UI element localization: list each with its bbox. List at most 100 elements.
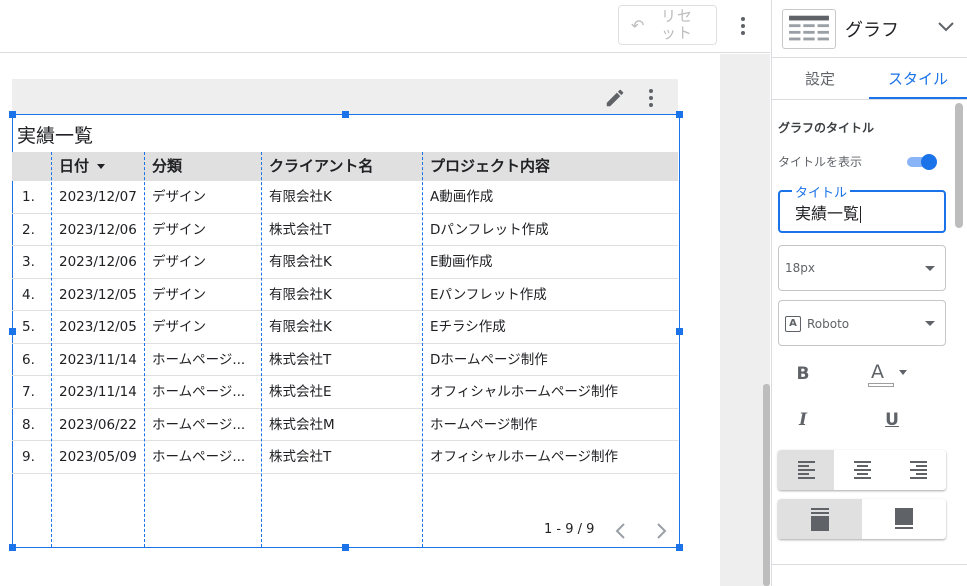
resize-handle[interactable] <box>342 544 349 551</box>
reset-button[interactable]: ↶ リセット <box>618 5 717 45</box>
align-right-icon <box>909 461 927 479</box>
table-row[interactable]: 8. 2023/06/22 ホームページ... 株式会社M ホームページ制作 <box>12 409 678 441</box>
cell-index: 2. <box>22 221 35 238</box>
column-header-date[interactable]: 日付 <box>51 152 144 181</box>
align-right-button[interactable] <box>890 450 946 490</box>
data-table: 日付 分類 クライアント名 プロジェクト内容 1. 2023/12/07 デザイン有… <box>12 152 678 474</box>
report-toolbar: ↶ リセット <box>0 0 770 53</box>
cell-project: Dパンフレット作成 <box>430 221 549 238</box>
panel-tabs: 設定 スタイル <box>771 59 967 100</box>
table-row[interactable]: 6. 2023/11/14 ホームページ... 株式会社T Dホームページ制作 <box>12 344 678 376</box>
sort-desc-icon <box>97 164 106 169</box>
tab-style[interactable]: スタイル <box>869 59 967 99</box>
cell-date: 2023/12/05 <box>59 286 137 303</box>
panel-scrollbar[interactable] <box>955 103 963 228</box>
resize-handle[interactable] <box>342 111 349 118</box>
resize-handle[interactable] <box>676 111 683 118</box>
cell-date: 2023/06/22 <box>59 416 137 433</box>
column-header-client[interactable]: クライアント名 <box>261 152 422 181</box>
canvas-scrollbar[interactable] <box>763 384 770 586</box>
show-title-toggle[interactable] <box>907 154 937 170</box>
table-row[interactable]: 9. 2023/05/09 ホームページ... 株式会社T オフィシャルホームページ制作 <box>12 441 678 474</box>
cell-index: 9. <box>22 449 35 465</box>
title-input-label: タイトル <box>792 182 851 201</box>
cell-project: E動画作成 <box>430 254 493 270</box>
cell-index: 8. <box>22 416 35 433</box>
cell-date: 2023/11/14 <box>59 384 137 400</box>
undo-icon: ↶ <box>631 15 645 35</box>
column-header-index <box>12 152 51 181</box>
column-header-project[interactable]: プロジェクト内容 <box>422 152 678 181</box>
table-row[interactable]: 2. 2023/12/06 デザイン 株式会社T Dパンフレット作成 <box>12 214 678 246</box>
text-color-button[interactable]: A <box>867 361 907 389</box>
table-row[interactable]: 1. 2023/12/07 デザイン 有限会社K A動画作成 <box>12 181 678 214</box>
edit-icon[interactable] <box>604 87 626 109</box>
cell-index: 3. <box>22 254 35 270</box>
italic-button[interactable]: I <box>791 410 815 430</box>
title-input-text: 実績一覧 <box>795 204 860 223</box>
column-header-date-label: 日付 <box>59 157 90 175</box>
cell-category: デザイン <box>152 221 206 238</box>
cell-project: A動画作成 <box>430 189 494 205</box>
cell-project: Dホームページ制作 <box>430 351 548 368</box>
chevron-down-icon[interactable] <box>937 20 955 34</box>
column-divider <box>261 152 262 547</box>
chevron-right-icon[interactable] <box>652 520 670 542</box>
cell-index: 5. <box>22 319 35 335</box>
cell-index: 6. <box>22 351 35 368</box>
cell-category: デザイン <box>152 254 206 270</box>
font-family-value: Roboto <box>807 317 850 331</box>
text-cursor <box>860 206 862 223</box>
resize-handle[interactable] <box>9 544 16 551</box>
font-size-select[interactable]: 18px <box>778 245 946 291</box>
table-row[interactable]: 7. 2023/11/14 ホームページ... 株式会社E オフィシャルホームページ制作 <box>12 376 678 409</box>
table-row[interactable]: 3. 2023/12/06 デザイン 有限会社K E動画作成 <box>12 246 678 279</box>
text-color-icon: A <box>871 361 884 383</box>
underline-button[interactable]: U <box>880 410 904 430</box>
column-header-category[interactable]: 分類 <box>144 152 261 181</box>
chart-more-vert-icon[interactable] <box>643 88 659 108</box>
show-title-label: タイトルを表示 <box>778 155 863 169</box>
table-row[interactable]: 4. 2023/12/05 デザイン 有限会社K Eパンフレット作成 <box>12 279 678 311</box>
reset-button-label: リセット <box>660 7 693 42</box>
dropdown-arrow-icon <box>899 370 907 375</box>
cell-client: 有限会社K <box>269 286 332 303</box>
cell-category: デザイン <box>152 319 206 335</box>
font-family-select[interactable]: A Roboto <box>778 300 946 346</box>
cell-client: 株式会社M <box>269 416 335 433</box>
align-left-button[interactable] <box>778 450 834 490</box>
bold-button[interactable]: B <box>791 364 815 384</box>
toggle-knob <box>921 154 937 170</box>
column-divider <box>422 152 423 547</box>
cell-category: デザイン <box>152 189 206 205</box>
align-center-icon <box>853 461 871 479</box>
fill-style-group <box>778 499 946 539</box>
chart-title-section-heading: グラフのタイトル <box>778 121 875 135</box>
table-row[interactable]: 5. 2023/12/05 デザイン 有限会社K Eチラシ作成 <box>12 311 678 344</box>
title-input-value[interactable]: 実績一覧 <box>795 200 862 224</box>
cell-date: 2023/12/06 <box>59 221 137 238</box>
table-chart-icon[interactable] <box>782 9 836 49</box>
cell-category: ホームページ... <box>152 449 246 465</box>
chevron-left-icon[interactable] <box>612 520 630 542</box>
more-vert-icon[interactable] <box>733 12 753 40</box>
resize-handle[interactable] <box>676 544 683 551</box>
cell-client: 株式会社E <box>269 384 332 400</box>
border-fill-button[interactable] <box>862 499 946 539</box>
cell-client: 株式会社T <box>269 449 332 465</box>
cell-category: デザイン <box>152 286 206 303</box>
text-align-group <box>778 450 946 490</box>
align-center-button[interactable] <box>834 450 890 490</box>
column-divider <box>51 152 52 547</box>
cell-index: 7. <box>22 384 35 400</box>
cell-index: 1. <box>22 189 35 205</box>
cell-client: 株式会社T <box>269 221 332 238</box>
resize-handle[interactable] <box>9 111 16 118</box>
background-fill-button[interactable] <box>778 499 862 539</box>
dropdown-arrow-icon <box>925 321 935 326</box>
column-divider <box>144 152 145 547</box>
cell-category: ホームページ... <box>152 351 246 368</box>
tab-setup[interactable]: 設定 <box>771 59 869 99</box>
align-left-icon <box>797 461 815 479</box>
cell-date: 2023/05/09 <box>59 449 137 465</box>
